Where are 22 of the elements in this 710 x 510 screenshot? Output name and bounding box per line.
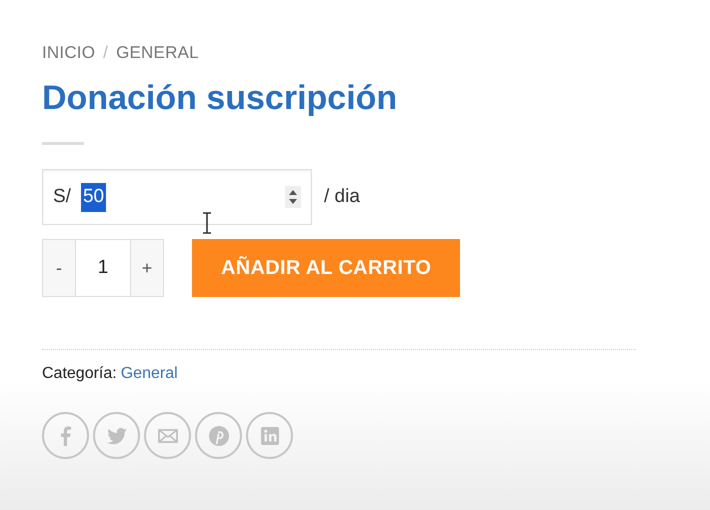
breadcrumb-link[interactable]: GENERAL (116, 40, 199, 66)
share-button[interactable] (93, 412, 140, 460)
category-link[interactable]: General (120, 362, 178, 386)
product-title: Donación suscripción (42, 78, 398, 118)
share-button[interactable] (42, 412, 89, 460)
breadcrumb-link[interactable]: INICIO (42, 40, 96, 66)
decrease-button[interactable]: - (43, 240, 75, 296)
share-button[interactable] (246, 412, 293, 460)
share-button[interactable] (195, 412, 242, 460)
share-button[interactable] (144, 412, 191, 460)
price-value: 50 (80, 183, 106, 212)
pin-circle-icon (206, 424, 230, 448)
currency-prefix: S/ (53, 185, 71, 210)
text-cursor-icon (202, 212, 212, 234)
price-unit-label: / dia (324, 185, 360, 210)
price-input-field[interactable]: S/ 50 (42, 169, 312, 226)
increase-button[interactable]: + (131, 240, 163, 296)
category-label: Categoría: (42, 364, 117, 384)
breadcrumb-separator: / (103, 42, 108, 64)
spinner-arrows-icon[interactable] (285, 186, 301, 208)
quantity-field[interactable]: 1 (75, 240, 131, 296)
title-underline (42, 142, 84, 146)
